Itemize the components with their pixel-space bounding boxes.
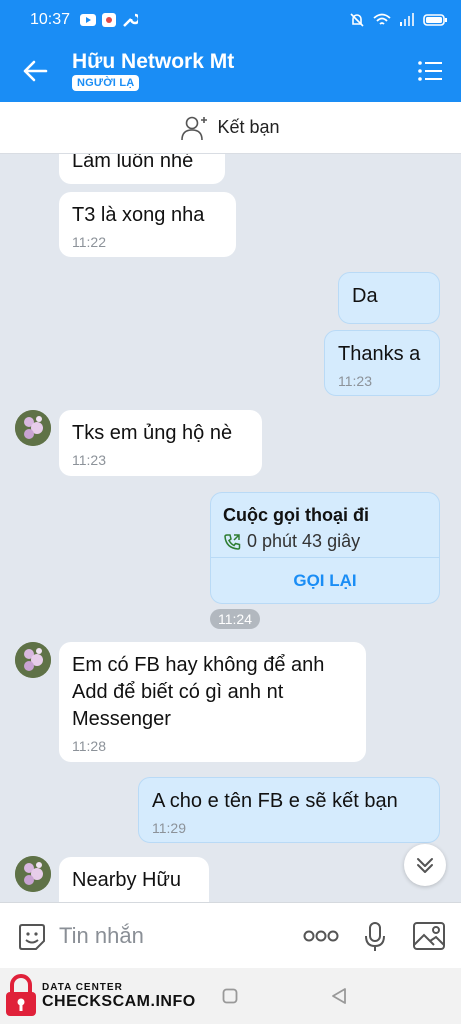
watermark-text: DATA CENTER CHECKSCAM.INFO	[42, 982, 196, 1011]
message-time: 11:22	[72, 234, 106, 250]
youtube-icon	[80, 14, 97, 26]
message-time: 11:23	[338, 373, 372, 389]
avatar[interactable]	[15, 642, 51, 678]
double-chevron-down-icon	[417, 858, 433, 873]
signal-icon	[400, 13, 414, 26]
call-title: Cuộc gọi thoại đi	[223, 505, 369, 525]
add-friend-label: Kết bạn	[217, 117, 280, 137]
message-list[interactable]: Làm luôn nhé T3 là xong nha 11:22 Da Tha…	[0, 154, 461, 902]
stranger-badge: NGƯỜI LẠ	[72, 75, 140, 91]
avatar-flower-image	[15, 410, 51, 446]
call-divider	[211, 557, 439, 558]
app-icon	[102, 13, 117, 27]
message-text: Thanks a	[338, 343, 421, 365]
message-text: Da	[352, 285, 378, 307]
message-time: 11:29	[152, 820, 186, 836]
contact-name[interactable]: Hữu Network Mt	[72, 50, 234, 74]
wrench-icon	[123, 13, 139, 27]
call-back-button[interactable]: GỌI LẠI	[211, 559, 439, 603]
outgoing-call-icon	[224, 533, 241, 550]
call-card[interactable]: Cuộc gọi thoại đi 0 phút 43 giây GỌI LẠI	[210, 492, 440, 604]
message-bubble[interactable]: T3 là xong nha 11:22	[59, 192, 236, 257]
back-arrow-icon[interactable]	[20, 56, 50, 86]
wifi-icon	[373, 13, 391, 25]
add-friend-button[interactable]: Kết bạn	[0, 102, 461, 154]
call-time-badge: 11:24	[210, 609, 260, 629]
microphone-icon[interactable]	[364, 921, 386, 953]
sticker-icon[interactable]	[16, 921, 48, 953]
message-text: T3 là xong nha	[72, 204, 205, 226]
avatar-flower-image	[15, 642, 51, 678]
status-time: 10:37	[30, 11, 71, 28]
message-text: Làm luôn nhé	[72, 154, 194, 172]
add-person-icon	[181, 116, 208, 140]
call-duration: 0 phút 43 giây	[223, 531, 360, 552]
message-bubble[interactable]: Da	[338, 272, 440, 324]
message-bubble[interactable]: A cho e tên FB e sẽ kết bạn 11:29	[138, 777, 440, 843]
message-input[interactable]: Tin nhắn	[59, 923, 144, 949]
back-triangle-icon[interactable]	[330, 987, 348, 1005]
message-time: 11:28	[72, 738, 106, 754]
menu-list-icon[interactable]	[417, 58, 443, 84]
message-bubble[interactable]: Làm luôn nhé	[59, 154, 225, 184]
home-square-icon[interactable]	[222, 988, 238, 1004]
call-duration-text: 0 phút 43 giây	[247, 531, 361, 551]
message-text: A cho e tên FB e sẽ kết bạn	[152, 790, 398, 812]
system-nav-bar: DATA CENTER CHECKSCAM.INFO	[0, 968, 461, 1024]
status-bar: 10:37	[0, 0, 461, 40]
lock-icon	[6, 974, 36, 1016]
message-time: 11:23	[72, 452, 106, 468]
image-icon[interactable]	[412, 921, 446, 951]
notification-icons	[80, 12, 139, 28]
scroll-to-bottom-button[interactable]	[404, 844, 446, 886]
message-bubble[interactable]: Em có FB hay không để anh Add để biết có…	[59, 642, 366, 762]
message-bubble[interactable]: Tks em ủng hộ nè 11:23	[59, 410, 262, 476]
more-options-icon[interactable]	[303, 929, 339, 943]
message-text: Nearby Hữu	[72, 869, 181, 891]
message-text: Em có FB hay không để anh Add để biết có…	[72, 654, 325, 730]
mute-icon	[350, 13, 364, 27]
message-input-bar: Tin nhắn	[0, 902, 461, 968]
avatar-flower-image	[15, 856, 51, 892]
avatar[interactable]	[15, 410, 51, 446]
avatar[interactable]	[15, 856, 51, 892]
watermark-line1: DATA CENTER	[42, 981, 123, 993]
watermark: DATA CENTER CHECKSCAM.INFO	[4, 968, 196, 1024]
battery-icon	[423, 14, 447, 26]
chat-header: Hữu Network Mt NGƯỜI LẠ	[0, 40, 461, 102]
message-bubble[interactable]: Nearby Hữu	[59, 857, 209, 902]
message-text: Tks em ủng hộ nè	[72, 422, 233, 444]
message-bubble[interactable]: Thanks a 11:23	[324, 330, 440, 396]
watermark-line2: CHECKSCAM.INFO	[42, 992, 196, 1010]
